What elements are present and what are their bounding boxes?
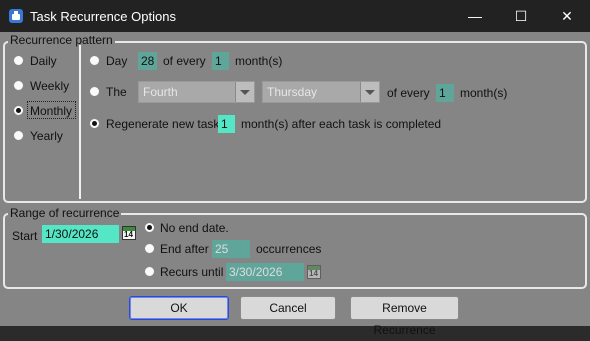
radio-end-after[interactable] — [144, 243, 155, 254]
maximize-button[interactable]: ☐ — [498, 0, 544, 32]
recurrence-pattern-legend: Recurrence pattern — [8, 33, 115, 47]
weekday-select-value: Thursday — [267, 85, 318, 99]
range-legend: Range of recurrence — [8, 206, 122, 220]
calendar-icon[interactable]: 14 — [307, 265, 321, 279]
pattern-divider — [79, 45, 81, 199]
regenerate-label[interactable]: Regenerate new task — [106, 117, 219, 131]
the-months-label: month(s) — [460, 86, 508, 100]
end-after-label[interactable]: End after — [160, 242, 209, 256]
weekday-select[interactable]: Thursday — [262, 81, 380, 103]
day-months-label: month(s) — [235, 54, 283, 68]
radio-regenerate[interactable] — [89, 118, 100, 129]
regenerate-suffix: month(s) after each task is completed — [241, 117, 442, 131]
app-icon — [9, 9, 23, 23]
occurrences-input[interactable]: 25 — [212, 240, 250, 258]
radio-monthly[interactable] — [13, 105, 24, 116]
yearly-label[interactable]: Yearly — [30, 129, 63, 143]
regenerate-months-input[interactable]: 1 — [218, 115, 235, 133]
weekly-label[interactable]: Weekly — [30, 79, 69, 93]
recurs-until-input[interactable]: 3/30/2026 — [226, 263, 304, 281]
remove-recurrence-button[interactable]: Remove Recurrence — [350, 296, 459, 337]
radio-monthly-day[interactable] — [89, 55, 100, 66]
the-of-every-label: of every — [387, 86, 430, 100]
daily-label[interactable]: Daily — [30, 54, 57, 68]
recurs-until-label[interactable]: Recurs until — [160, 265, 223, 279]
monthly-label[interactable]: Monthly — [30, 104, 72, 118]
title-bar: Task Recurrence Options — ☐ ✕ — [0, 0, 590, 32]
minimize-button[interactable]: — — [452, 0, 498, 32]
radio-no-end-date[interactable] — [144, 222, 155, 233]
day-option-label[interactable]: Day — [106, 54, 127, 68]
dialog-body: Recurrence pattern Daily Weekly Monthly … — [0, 32, 590, 337]
start-date-input[interactable]: 1/30/2026 — [42, 225, 119, 243]
close-button[interactable]: ✕ — [544, 0, 590, 32]
ordinal-select-value: Fourth — [143, 85, 178, 99]
calendar-icon[interactable]: 14 — [122, 226, 136, 240]
radio-monthly-the[interactable] — [89, 86, 100, 97]
window-title: Task Recurrence Options — [30, 9, 176, 24]
ordinal-select[interactable]: Fourth — [138, 81, 255, 103]
chevron-down-icon[interactable] — [235, 82, 254, 102]
chevron-down-icon[interactable] — [360, 82, 379, 102]
day-months-interval-input[interactable]: 1 — [212, 52, 229, 70]
radio-yearly[interactable] — [13, 130, 24, 141]
radio-recurs-until[interactable] — [144, 266, 155, 277]
the-option-label[interactable]: The — [106, 85, 127, 99]
the-months-interval-input[interactable]: 1 — [436, 84, 454, 102]
no-end-date-label[interactable]: No end date. — [160, 221, 229, 235]
radio-weekly[interactable] — [13, 80, 24, 91]
radio-daily[interactable] — [13, 55, 24, 66]
occurrences-label: occurrences — [256, 242, 322, 256]
ok-button[interactable]: OK — [129, 296, 229, 320]
start-label: Start — [12, 229, 38, 243]
day-of-month-input[interactable]: 28 — [138, 52, 157, 70]
day-of-every-label: of every — [163, 54, 206, 68]
cancel-button[interactable]: Cancel — [240, 296, 336, 320]
